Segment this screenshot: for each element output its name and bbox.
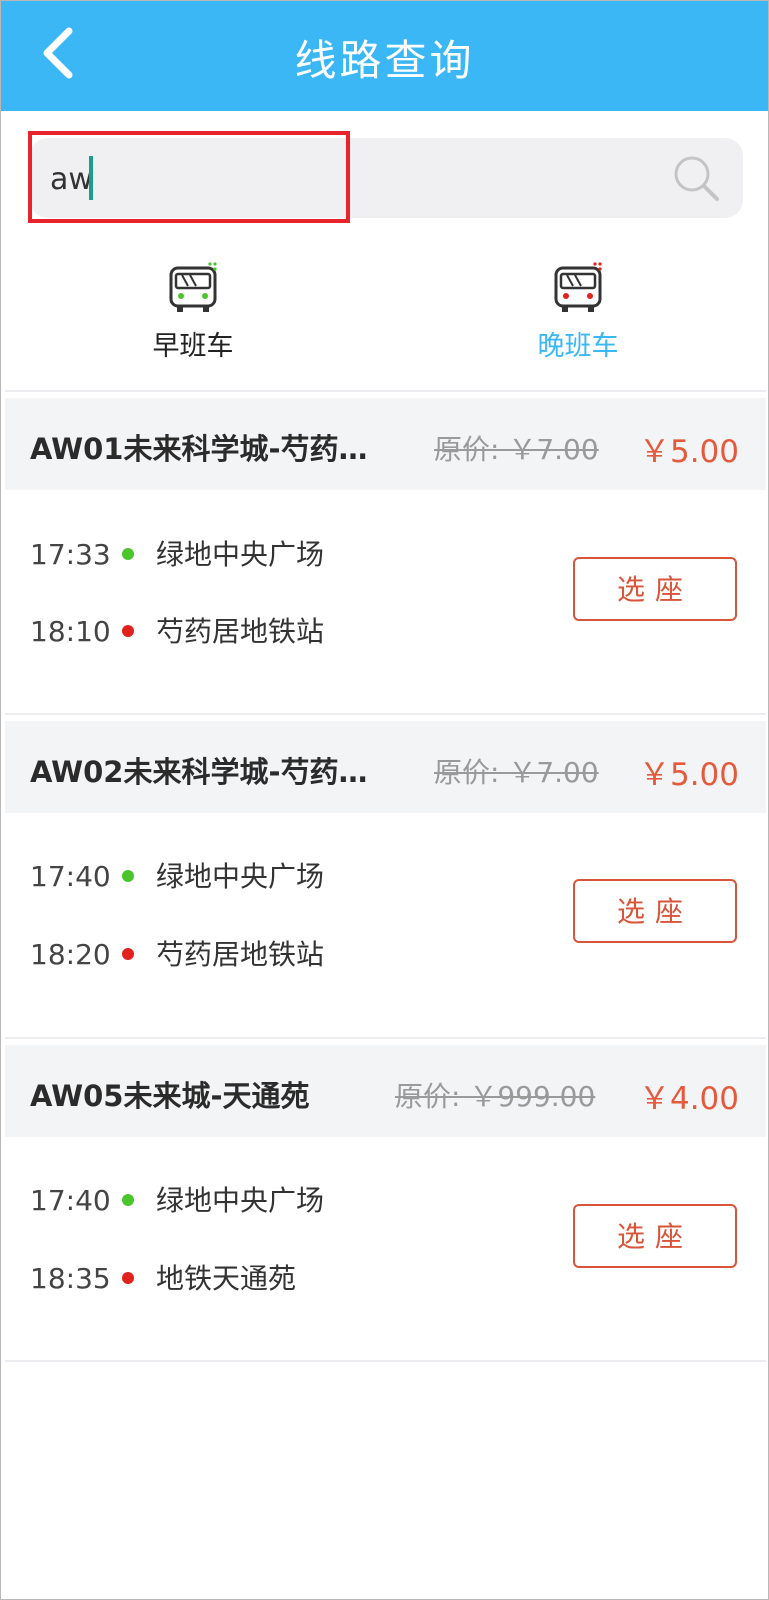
tab-label: 晚班车 xyxy=(537,331,619,362)
price: ￥4.00 xyxy=(638,1081,739,1117)
price: ￥5.00 xyxy=(638,757,739,793)
stop-name: 地铁天通苑 xyxy=(156,1262,297,1295)
green-dot-icon xyxy=(122,1194,134,1206)
original-price: 原价: ￥7.00 xyxy=(434,756,599,789)
route-card-header: AW02未来科学城-芍药… 原价: ￥7.00 ￥5.00 xyxy=(5,721,766,813)
search-icon[interactable] xyxy=(670,152,722,204)
select-seat-button[interactable]: 选座 xyxy=(573,557,737,621)
arrival-stop: 18:35 地铁天通苑 xyxy=(30,1257,296,1297)
stop-name: 绿地中央广场 xyxy=(156,538,325,571)
red-dot-icon xyxy=(122,948,134,960)
route-card[interactable]: AW02未来科学城-芍药… 原价: ￥7.00 ￥5.00 17:40 绿地中央广… xyxy=(5,713,766,1031)
select-seat-button[interactable]: 选座 xyxy=(573,1204,737,1268)
departure-stop: 17:40 绿地中央广场 xyxy=(30,855,324,895)
route-card[interactable]: AW05未来城-天通苑 原价: ￥999.00 ￥4.00 17:40 绿地中央广… xyxy=(5,1037,766,1355)
stop-time: 17:33 xyxy=(30,538,111,571)
list-divider xyxy=(5,1360,766,1362)
search-input-highlight xyxy=(28,131,350,223)
stop-time: 18:20 xyxy=(30,938,111,971)
stop-name: 绿地中央广场 xyxy=(156,1184,325,1217)
original-price: 原价: ￥7.00 xyxy=(434,433,599,466)
arrival-stop: 18:20 芍药居地铁站 xyxy=(30,933,324,973)
arrival-stop: 18:10 芍药居地铁站 xyxy=(30,610,324,650)
departure-stop: 17:33 绿地中央广场 xyxy=(30,533,324,573)
route-card[interactable]: AW01未来科学城-芍药… 原价: ￥7.00 ￥5.00 17:33 绿地中央广… xyxy=(5,390,766,708)
stop-name: 芍药居地铁站 xyxy=(156,938,325,971)
app-header: 线路查询 xyxy=(1,1,768,111)
tab-evening-bus[interactable]: 晚班车 xyxy=(498,262,658,372)
red-dot-icon xyxy=(122,1272,134,1284)
departure-stop: 17:40 绿地中央广场 xyxy=(30,1179,324,1219)
route-name: AW05未来城-天通苑 xyxy=(30,1079,310,1113)
original-price: 原价: ￥999.00 xyxy=(395,1080,596,1113)
route-name: AW02未来科学城-芍药… xyxy=(30,755,368,789)
stop-time: 17:40 xyxy=(30,860,111,893)
stop-time: 18:10 xyxy=(30,615,111,648)
stop-name: 芍药居地铁站 xyxy=(156,615,325,648)
stop-time: 17:40 xyxy=(30,1184,111,1217)
bus-icon xyxy=(554,262,602,312)
tab-label: 早班车 xyxy=(152,331,234,362)
price: ￥5.00 xyxy=(638,434,739,470)
page-title: 线路查询 xyxy=(294,36,475,85)
bus-icon xyxy=(169,262,217,312)
tab-morning-bus[interactable]: 早班车 xyxy=(113,262,273,372)
route-name: AW01未来科学城-芍药… xyxy=(30,432,368,466)
select-seat-button[interactable]: 选座 xyxy=(573,879,737,943)
red-dot-icon xyxy=(122,625,134,637)
stop-name: 绿地中央广场 xyxy=(156,860,325,893)
green-dot-icon xyxy=(122,870,134,882)
stop-time: 18:35 xyxy=(30,1262,111,1295)
green-dot-icon xyxy=(122,548,134,560)
route-card-header: AW01未来科学城-芍药… 原价: ￥7.00 ￥5.00 xyxy=(5,398,766,490)
route-card-header: AW05未来城-天通苑 原价: ￥999.00 ￥4.00 xyxy=(5,1045,766,1137)
